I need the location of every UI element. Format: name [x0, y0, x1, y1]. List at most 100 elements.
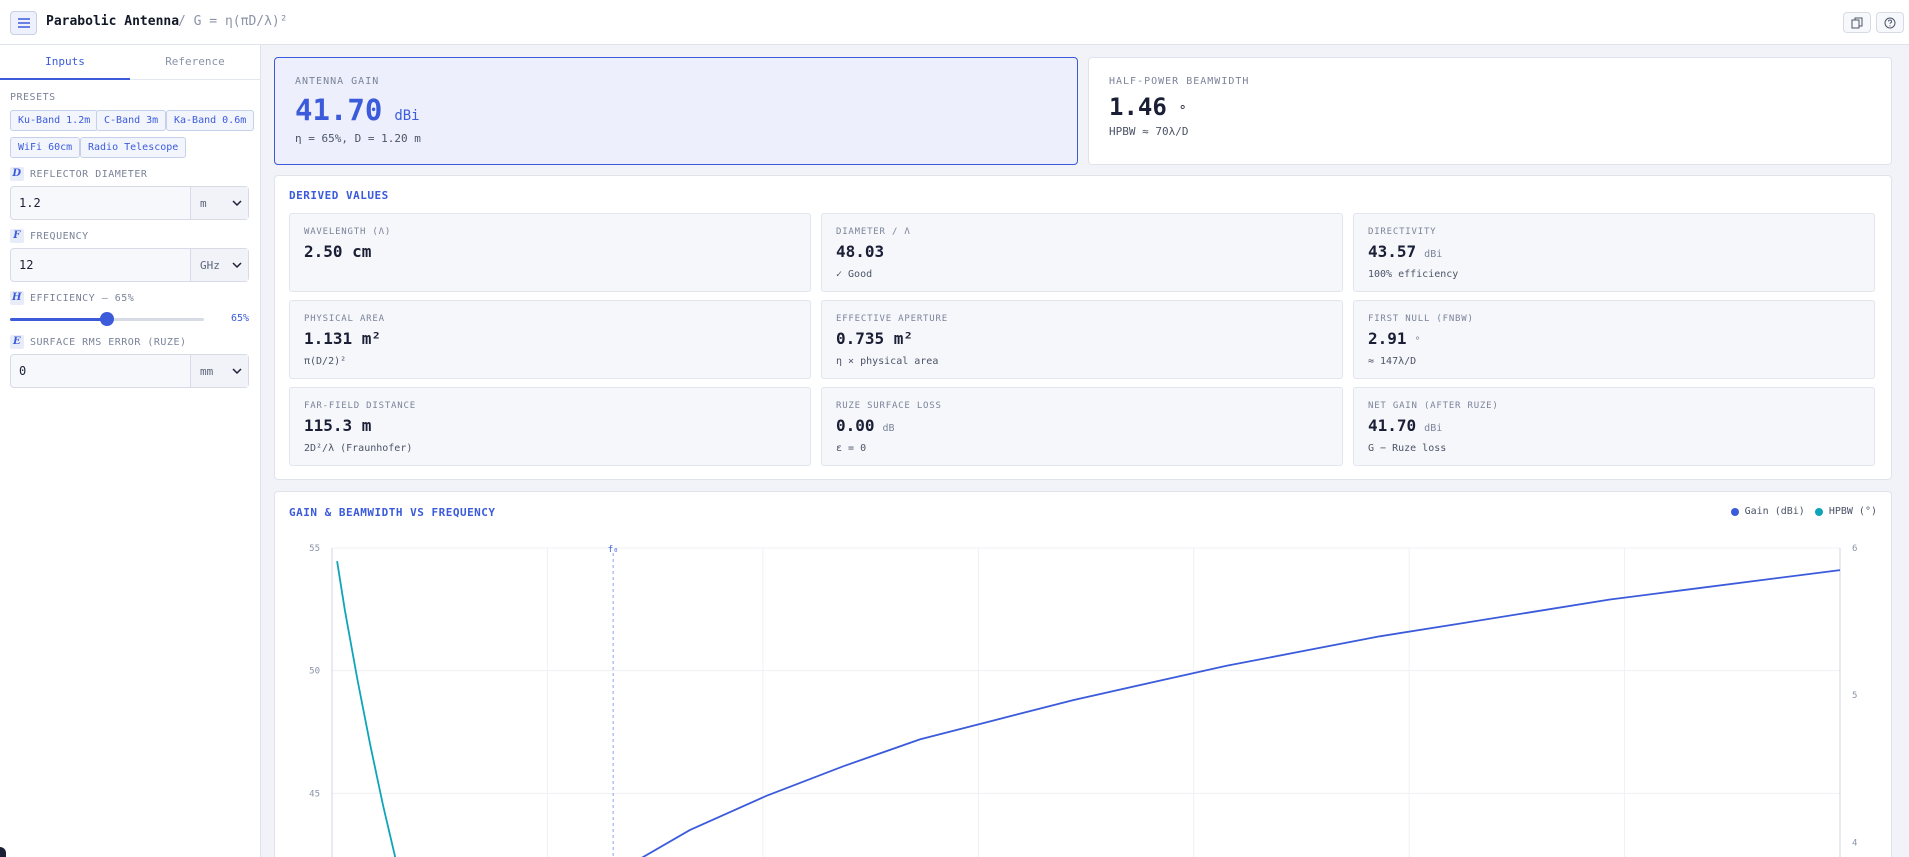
metric-net-gain: NET GAIN (AFTER RUZE) 41.70 dBi G − Ruze …: [1353, 387, 1875, 466]
metric-label: DIAMETER / Λ: [836, 227, 911, 237]
preset-ka-band[interactable]: Ka-Band 0.6m: [166, 110, 255, 131]
diameter-unit-select[interactable]: m: [190, 187, 248, 219]
metric-diameter-ratio: DIAMETER / Λ 48.03 ✓ Good: [821, 213, 1343, 292]
metric-sub: 2D²/λ (Fraunhofer): [304, 443, 413, 454]
metric-effective-aperture: EFFECTIVE APERTURE 0.735 m² η × physical…: [821, 300, 1343, 379]
copy-button[interactable]: [1843, 12, 1871, 33]
y-left-tick-label: 55: [309, 544, 320, 554]
metric-unit: dBi: [1424, 423, 1443, 434]
chevron-down-icon: [232, 261, 242, 268]
antenna-gain-card: ANTENNA GAIN 41.70 dBi η = 65%, D = 1.20…: [274, 57, 1078, 165]
hpbw-value-row: 1.46 °: [1109, 93, 1187, 121]
metric-label: EFFECTIVE APERTURE: [836, 314, 948, 324]
metric-directivity: DIRECTIVITY 43.57 dBi 100% efficiency: [1353, 213, 1875, 292]
tab-reference[interactable]: Reference: [130, 45, 260, 80]
antenna-gain-label: ANTENNA GAIN: [295, 76, 380, 87]
metric-unit: dB: [882, 423, 895, 434]
frequency-input[interactable]: [11, 249, 190, 281]
preset-wifi[interactable]: WiFi 60cm: [10, 137, 81, 158]
surface-label-text: SURFACE RMS ERROR (RUZE): [30, 336, 187, 348]
efficiency-slider-thumb[interactable]: [100, 312, 114, 326]
hpbw-value: 1.46: [1109, 93, 1167, 121]
metric-value: 1.131 m²: [304, 329, 382, 348]
hpbw-card: HALF-POWER BEAMWIDTH 1.46 ° HPBW ≈ 70λ/D: [1088, 57, 1892, 165]
efficiency-label-text: EFFICIENCY — 65%: [30, 292, 135, 304]
metric-label: NET GAIN (AFTER RUZE): [1368, 401, 1499, 411]
frequency-unit-select[interactable]: GHz: [190, 249, 248, 281]
presets-label: PRESETS: [10, 92, 56, 103]
metric-value: 2.50 cm: [304, 242, 372, 261]
metric-value: 0.00: [836, 416, 875, 435]
diameter-field: m: [10, 186, 249, 220]
metric-value-row: 48.03: [836, 242, 892, 261]
metric-value: 115.3 m: [304, 416, 372, 435]
preset-c-band[interactable]: C-Band 3m: [96, 110, 167, 131]
surface-label: E SURFACE RMS ERROR (RUZE): [10, 335, 187, 349]
derived-values-title: DERIVED VALUES: [289, 189, 389, 202]
help-icon: [1884, 17, 1896, 28]
sidebar: Inputs Reference PRESETS Ku-Band 1.2m C-…: [0, 45, 261, 857]
metric-value: 41.70: [1368, 416, 1417, 435]
metric-value-row: 0.00 dB: [836, 416, 895, 435]
app-formula: / G = η(πD/λ)²: [178, 14, 288, 29]
metric-sub: ✓ Good: [836, 269, 873, 280]
frequency-label: F FREQUENCY: [10, 229, 89, 243]
metric-value: 0.735 m²: [836, 329, 914, 348]
efficiency-slider-fill: [10, 318, 107, 321]
top-bar: Parabolic Antenna / G = η(πD/λ)²: [0, 0, 1909, 45]
metric-value-row: 0.735 m²: [836, 329, 921, 348]
metric-ruze-loss: RUZE SURFACE LOSS 0.00 dB ε = 0: [821, 387, 1343, 466]
metric-label: DIRECTIVITY: [1368, 227, 1437, 237]
antenna-gain-unit: dBi: [394, 108, 420, 124]
y-left-tick-label: 45: [309, 789, 320, 799]
preset-radio-telescope[interactable]: Radio Telescope: [80, 137, 187, 158]
metric-wavelength: WAVELENGTH (Λ) 2.50 cm: [289, 213, 811, 292]
surface-symbol: E: [10, 335, 24, 349]
metric-sub: ε = 0: [836, 443, 867, 454]
efficiency-slider[interactable]: [10, 312, 204, 326]
metric-unit: dBi: [1424, 249, 1443, 260]
antenna-gain-value-row: 41.70 dBi: [295, 93, 420, 127]
diameter-unit-value: m: [200, 196, 207, 210]
app-title: Parabolic Antenna: [46, 14, 180, 29]
metric-value-row: 43.57 dBi: [1368, 242, 1442, 261]
y-right-tick-label: 4: [1852, 838, 1857, 848]
frequency-marker-label: f₀: [608, 545, 619, 555]
surface-input[interactable]: [11, 355, 190, 387]
chart-plot: 55 50 45 6 5 4 f₀: [309, 544, 1857, 857]
metric-sub: ≈ 147λ/D: [1368, 356, 1417, 367]
gain-series-line: [641, 569, 1841, 857]
antenna-gain-value: 41.70: [295, 93, 383, 127]
diameter-input[interactable]: [11, 187, 190, 219]
menu-button[interactable]: [10, 11, 37, 35]
efficiency-label: H EFFICIENCY — 65%: [10, 291, 134, 305]
metric-label: FIRST NULL (FNBW): [1368, 314, 1474, 324]
metric-sub: π(D/2)²: [304, 356, 347, 367]
help-button[interactable]: [1876, 12, 1904, 33]
menu-icon: [17, 18, 30, 28]
metric-value-row: 2.50 cm: [304, 242, 379, 261]
preset-ku-band[interactable]: Ku-Band 1.2m: [10, 110, 99, 131]
copy-icon: [1851, 17, 1863, 28]
metric-value-row: 2.91 °: [1368, 329, 1421, 348]
hpbw-sub: HPBW ≈ 70λ/D: [1109, 125, 1189, 138]
metric-value: 48.03: [836, 242, 885, 261]
metric-sub: 100% efficiency: [1368, 269, 1459, 280]
diameter-label: D REFLECTOR DIAMETER: [10, 167, 147, 181]
diameter-symbol: D: [10, 167, 24, 181]
surface-unit-select[interactable]: mm: [190, 355, 248, 387]
efficiency-value: 65%: [230, 313, 249, 324]
frequency-label-text: FREQUENCY: [30, 230, 89, 242]
y-right-tick-label: 6: [1852, 544, 1857, 554]
metric-label: RUZE SURFACE LOSS: [836, 401, 942, 411]
frequency-field: GHz: [10, 248, 249, 282]
tab-inputs[interactable]: Inputs: [0, 45, 130, 80]
hpbw-unit: °: [1178, 104, 1187, 119]
sidebar-tabs: Inputs Reference: [0, 45, 261, 80]
y-left-tick-label: 50: [309, 667, 320, 677]
efficiency-symbol: H: [10, 291, 24, 305]
hpbw-label: HALF-POWER BEAMWIDTH: [1109, 76, 1250, 87]
metric-label: WAVELENGTH (Λ): [304, 227, 392, 237]
metric-value: 43.57: [1368, 242, 1417, 261]
metric-first-null: FIRST NULL (FNBW) 2.91 ° ≈ 147λ/D: [1353, 300, 1875, 379]
